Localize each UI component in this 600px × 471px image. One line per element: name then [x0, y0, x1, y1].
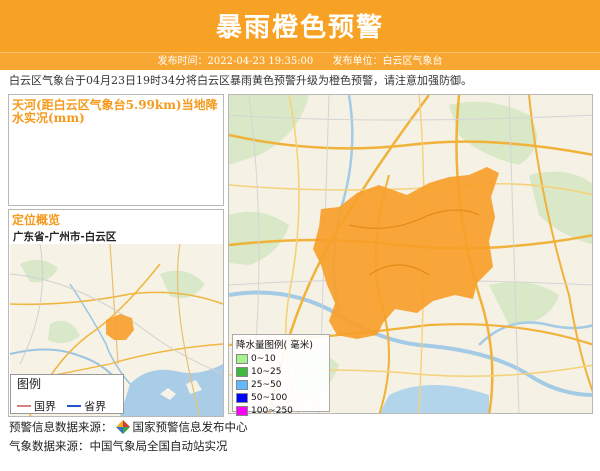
rainfall-legend-item: 0~10	[236, 352, 326, 365]
warning-source-line: 预警信息数据来源： 国家预警信息发布中心	[9, 419, 248, 435]
warning-notice: 白云区气象台于04月23日19时34分将白云区暴雨黄色预警升级为橙色预警，请注意…	[9, 74, 472, 87]
rainfall-swatch	[236, 392, 248, 403]
weather-source-line: 气象数据来源：中国气象局全国自动站实况	[9, 439, 228, 453]
warning-header: 暴雨橙色预警	[0, 0, 600, 52]
warning-source-label: 预警信息数据来源：	[9, 420, 113, 434]
rainfall-legend-title: 降水量图例( 毫米)	[236, 340, 313, 351]
provincial-border-swatch	[67, 405, 82, 407]
publish-time: 发布时间：2022-04-23 19:35:00	[157, 56, 314, 67]
legend-item-label: 省界	[84, 400, 107, 413]
rainfall-range-label: 50~100	[251, 392, 288, 403]
rainfall-range-label: 100~250	[251, 405, 293, 416]
publisher: 发布单位：白云区气象台	[332, 56, 443, 67]
rain-panel-title: 天河(距白云区气象台5.99km)当地降水实况(mm)	[12, 98, 218, 125]
location-panel-title: 定位概览	[12, 213, 61, 227]
rain-observation-panel: 天河(距白云区气象台5.99km)当地降水实况(mm)	[8, 94, 224, 206]
publish-info-bar: 发布时间：2022-04-23 19:35:00 发布单位：白云区气象台	[0, 52, 600, 70]
warning-center-logo-icon	[115, 420, 130, 434]
page-title: 暴雨橙色预警	[215, 13, 384, 43]
rainfall-legend-item: 100~250	[236, 404, 326, 417]
national-border-swatch	[17, 405, 31, 407]
rainfall-swatch	[236, 353, 248, 364]
warning-source-link[interactable]: 国家预警信息发布中心	[133, 419, 248, 435]
boundary-legend: 图例 国界 省界	[10, 374, 124, 414]
rainfall-range-label: 10~25	[251, 366, 282, 377]
legend-item-provincial-border: 省界	[67, 398, 106, 414]
rainfall-swatch	[236, 379, 248, 390]
legend-item-label: 国界	[34, 400, 56, 413]
rainfall-legend: 降水量图例( 毫米) 0~10 10~25 25~50 50~100 100~2…	[232, 334, 330, 416]
rainfall-range-label: 25~50	[251, 379, 282, 390]
rainfall-legend-item: 50~100	[236, 391, 326, 404]
rainfall-swatch	[236, 405, 248, 416]
rainfall-swatch	[236, 366, 248, 377]
rainfall-legend-item: 25~50	[236, 378, 326, 391]
rainfall-legend-item: 10~25	[236, 365, 326, 378]
rainfall-range-label: 0~10	[251, 353, 276, 364]
legend-item-national-border: 国界	[17, 398, 56, 414]
boundary-legend-title: 图例	[17, 377, 42, 391]
